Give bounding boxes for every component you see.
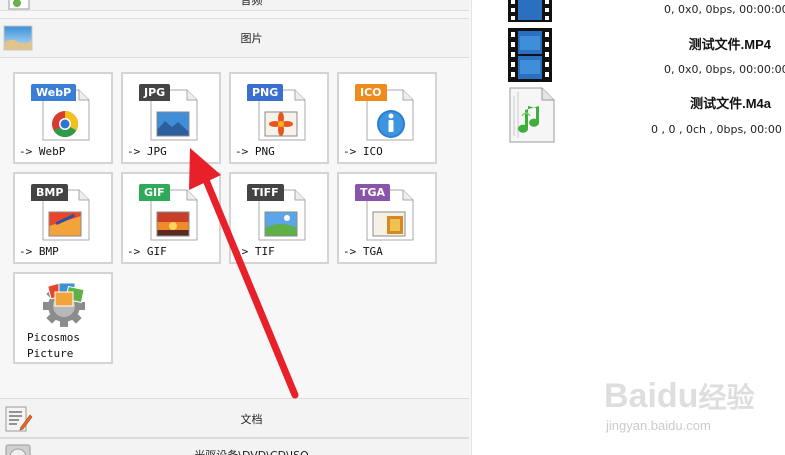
tile-label: Picosmos Picture	[27, 330, 80, 362]
picosmos-line2: Picture	[27, 347, 74, 360]
convert-to-jpg-button[interactable]: JPG -> JPG	[121, 72, 221, 164]
category-audio[interactable]: 音频	[0, 0, 469, 11]
music-file-icon	[509, 87, 555, 143]
format-badge: TGA	[355, 184, 391, 201]
category-disc[interactable]: 光驱设备\DVD\CD\ISO	[0, 438, 469, 455]
file-list-item[interactable]: 测试文件.M4a 0 , 0 , 0ch , 0bps, 00:00	[478, 86, 785, 144]
format-badge: WebP	[31, 84, 77, 101]
disc-category-icon	[5, 444, 31, 455]
file-meta: 0 , 0 , 0ch , 0bps, 00:00	[651, 123, 782, 136]
format-badge: GIF	[139, 184, 170, 201]
convert-to-png-button[interactable]: PNG -> PNG	[229, 72, 329, 164]
convert-to-tga-button[interactable]: TGA -> TGA	[337, 172, 437, 264]
category-label: 光驱设备\DVD\CD\ISO	[34, 447, 469, 455]
file-meta: 0, 0x0, 0bps, 00:00:00	[664, 3, 785, 16]
film-icon	[508, 0, 552, 22]
category-documents[interactable]: 文档	[0, 398, 469, 438]
file-meta: 0, 0x0, 0bps, 00:00:00	[664, 63, 785, 76]
file-name: 测试文件.M4a	[690, 96, 771, 111]
convert-to-webp-button[interactable]: WebP -> WebP	[13, 72, 113, 164]
convert-to-ico-button[interactable]: ICO -> ICO	[337, 72, 437, 164]
film-icon	[508, 28, 552, 82]
tile-label: -> WebP	[19, 145, 66, 158]
tile-label: -> BMP	[19, 245, 59, 258]
category-label: 音频	[240, 0, 263, 7]
format-badge: BMP	[31, 184, 69, 201]
convert-to-bmp-button[interactable]: BMP -> BMP	[13, 172, 113, 264]
category-label: 文档	[240, 413, 263, 426]
file-list-item[interactable]: 测试文件.MP4 0, 0x0, 0bps, 00:00:00	[478, 28, 785, 82]
picosmos-line1: Picosmos	[27, 331, 80, 344]
watermark-brand: Baidu经验	[604, 376, 754, 416]
category-label: 图片	[240, 32, 263, 45]
convert-to-tif-button[interactable]: TIFF -> TIF	[229, 172, 329, 264]
watermark-brand-cn: 经验	[698, 382, 755, 413]
conversion-category-panel: 音频 图片 WebP -> WebP JPG -> JPG PNG -> PNG…	[0, 0, 472, 455]
format-badge: TIFF	[247, 184, 284, 201]
convert-to-gif-button[interactable]: GIF -> GIF	[121, 172, 221, 264]
file-name: 测试文件.MP4	[688, 37, 771, 52]
category-images[interactable]: 图片	[0, 18, 469, 58]
watermark-url: jingyan.baidu.com	[606, 418, 711, 433]
baidu-jingyan-watermark: Baidu经验 jingyan.baidu.com	[600, 372, 785, 442]
format-badge: JPG	[139, 84, 171, 101]
tile-label: -> ICO	[343, 145, 383, 158]
audio-category-icon	[8, 0, 30, 10]
file-list-item[interactable]: 0, 0x0, 0bps, 00:00:00	[478, 0, 785, 28]
picture-category-icon	[3, 25, 33, 51]
format-badge: ICO	[355, 84, 387, 101]
document-category-icon	[5, 406, 33, 432]
tile-label: -> TGA	[343, 245, 383, 258]
tile-label: -> TIF	[235, 245, 275, 258]
tile-label: -> PNG	[235, 145, 275, 158]
picosmos-picture-button[interactable]: Picosmos Picture	[13, 272, 113, 364]
watermark-brand-en: Baidu	[604, 377, 699, 415]
tile-label: -> JPG	[127, 145, 167, 158]
picosmos-gear-icon	[43, 281, 85, 327]
tile-label: -> GIF	[127, 245, 167, 258]
format-badge: PNG	[247, 84, 284, 101]
